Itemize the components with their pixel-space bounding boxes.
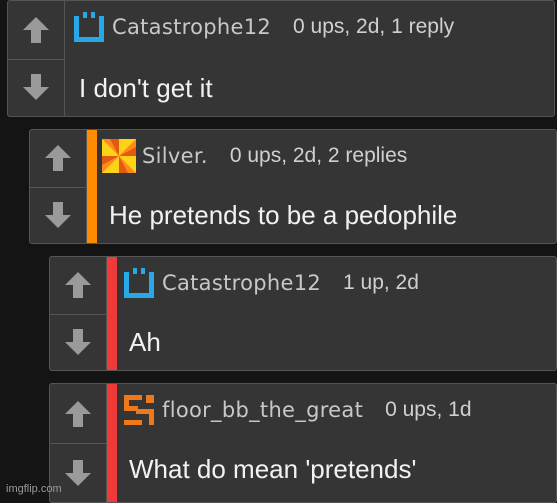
comment-meta: 1 up, 2d xyxy=(343,271,419,294)
blue-bracket-icon[interactable] xyxy=(122,266,156,300)
arrow-up-icon xyxy=(65,272,91,299)
username[interactable]: Silver. xyxy=(142,144,208,168)
upvote-button[interactable] xyxy=(8,1,64,60)
comment-text: What do mean 'pretends' xyxy=(129,454,417,484)
arrow-up-icon xyxy=(23,16,49,43)
vote-column xyxy=(30,130,87,243)
comment-meta: 0 ups, 2d, 1 reply xyxy=(293,15,455,38)
comment-text: He pretends to be a pedophile xyxy=(109,200,458,230)
reply-depth-bar xyxy=(107,257,117,370)
comment-meta: 0 ups, 1d xyxy=(385,398,472,421)
comment-2: Silver. 0 ups, 2d, 2 replies He pretends… xyxy=(29,129,557,244)
upvote-button[interactable] xyxy=(50,257,106,315)
comment-header: Catastrophe12 0 ups, 2d, 1 reply xyxy=(72,7,454,47)
yellow-orange-pinwheel-icon[interactable] xyxy=(102,139,136,173)
comment-4: floor_bb_the_great 0 ups, 1d What do mea… xyxy=(49,383,557,503)
vote-column xyxy=(8,1,65,116)
username[interactable]: Catastrophe12 xyxy=(112,15,271,39)
upvote-button[interactable] xyxy=(50,384,106,444)
orange-block-icon[interactable] xyxy=(122,393,156,427)
comment-3: Catastrophe12 1 up, 2d Ah xyxy=(49,256,557,371)
arrow-down-icon xyxy=(65,328,91,355)
arrow-up-icon xyxy=(45,145,71,172)
upvote-button[interactable] xyxy=(30,130,86,188)
vote-column xyxy=(50,257,107,370)
downvote-button[interactable] xyxy=(50,314,106,371)
arrow-up-icon xyxy=(65,400,91,427)
blue-bracket-icon[interactable] xyxy=(72,10,106,44)
comment-text: I don't get it xyxy=(79,73,213,103)
arrow-down-icon xyxy=(23,74,49,101)
username[interactable]: Catastrophe12 xyxy=(162,271,321,295)
watermark: imgflip.com xyxy=(6,483,62,495)
username[interactable]: floor_bb_the_great xyxy=(162,398,363,422)
arrow-down-icon xyxy=(45,201,71,228)
comment-meta: 0 ups, 2d, 2 replies xyxy=(229,144,408,167)
reply-depth-bar xyxy=(107,384,117,502)
arrow-down-icon xyxy=(65,459,91,486)
comment-header: Catastrophe12 1 up, 2d xyxy=(122,263,419,303)
downvote-button[interactable] xyxy=(30,187,86,244)
reply-depth-bar xyxy=(87,130,97,243)
comment-text: Ah xyxy=(129,327,161,357)
downvote-button[interactable] xyxy=(8,59,64,117)
comment-header: Silver. 0 ups, 2d, 2 replies xyxy=(102,136,407,176)
comment-1: Catastrophe12 0 ups, 2d, 1 reply I don't… xyxy=(7,0,555,117)
comment-header: floor_bb_the_great 0 ups, 1d xyxy=(122,390,472,430)
